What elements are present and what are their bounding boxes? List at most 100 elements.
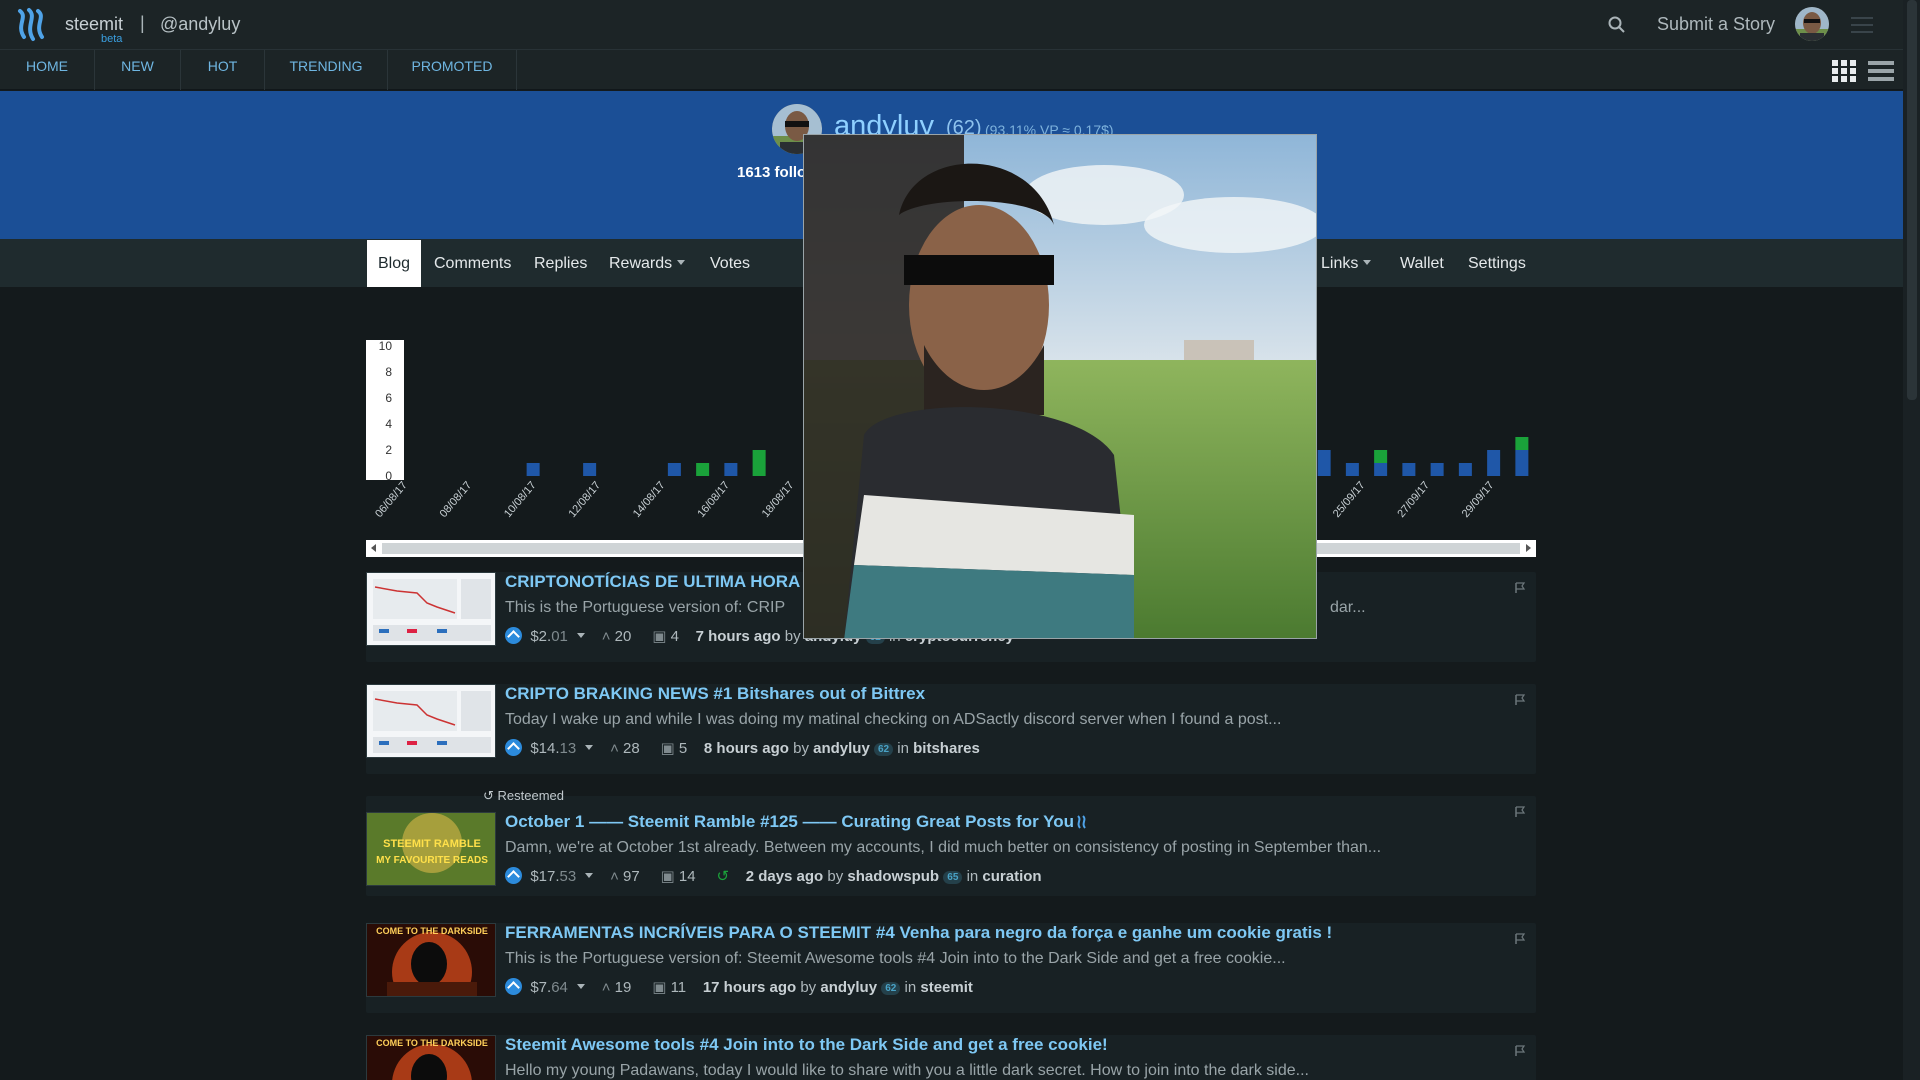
flag-icon[interactable] — [1514, 1045, 1526, 1057]
nav-home[interactable]: HOME — [0, 50, 95, 90]
in-label: in — [904, 979, 917, 996]
tab-wallet[interactable]: Wallet — [1400, 240, 1444, 287]
payout-main: $7. — [530, 979, 552, 996]
tab-settings[interactable]: Settings — [1468, 240, 1526, 287]
payout-main: $17. — [530, 868, 560, 885]
y-tick-label: 4 — [385, 417, 392, 431]
post-votes[interactable]: 28 — [623, 740, 640, 757]
post-time[interactable]: 7 hours ago — [696, 628, 781, 645]
post-comments[interactable]: 4 — [671, 628, 679, 645]
post-thumbnail[interactable]: STEEMIT RAMBLE MY FAVOURITE READS — [366, 812, 496, 886]
post-author[interactable]: andyluy — [813, 740, 870, 757]
user-handle[interactable]: @andyluy — [160, 14, 240, 35]
by-label: by — [784, 628, 801, 645]
search-icon[interactable] — [1607, 15, 1627, 35]
steemit-logo-icon[interactable] — [14, 7, 50, 43]
post-payout[interactable]: $2.01 — [530, 628, 568, 645]
by-label: by — [827, 868, 844, 885]
nav-hot[interactable]: HOT — [181, 50, 265, 90]
post-title[interactable]: FERRAMENTAS INCRÍVEIS PARA O STEEMIT #4 … — [505, 923, 1332, 943]
tab-rewards[interactable]: Rewards — [609, 240, 686, 287]
submit-story-link[interactable]: Submit a Story — [1657, 14, 1775, 35]
post-title[interactable]: Steemit Awesome tools #4 Join into to th… — [505, 1035, 1108, 1055]
post-thumbnail[interactable]: COME TO THE DARKSIDE — [366, 1035, 496, 1080]
nav-trending[interactable]: TRENDING — [265, 50, 388, 90]
post-title[interactable]: CRIPTONOTÍCIAS DE ULTIMA HORA — [505, 572, 800, 592]
tab-votes[interactable]: Votes — [710, 240, 750, 287]
user-avatar[interactable] — [1795, 7, 1829, 41]
post-meta: $17.53 ˄ 97 ▣ 14 ↺ 2 days ago by shadows… — [505, 867, 1042, 885]
tab-replies[interactable]: Replies — [534, 240, 587, 287]
chart-bar — [724, 463, 738, 476]
post-time[interactable]: 8 hours ago — [704, 740, 789, 757]
thumb-text-2: MY FAVOURITE READS — [376, 855, 488, 866]
votes-icon: ˄ — [610, 868, 619, 885]
post-votes[interactable]: 19 — [615, 979, 632, 996]
post-payout[interactable]: $14.13 — [530, 740, 576, 757]
post-snippet: Today I wake up and while I was doing my… — [505, 711, 1282, 728]
post-author[interactable]: shadowspub — [847, 868, 939, 885]
page-scrollbar-thumb[interactable] — [1907, 0, 1917, 400]
flag-icon[interactable] — [1514, 582, 1526, 594]
hamburger-menu-icon[interactable] — [1851, 17, 1873, 33]
tab-links[interactable]: Links — [1321, 240, 1372, 287]
chart-bar — [1317, 450, 1331, 476]
chart-bar — [1374, 463, 1388, 476]
in-label: in — [897, 740, 909, 757]
tab-blog[interactable]: Blog — [367, 240, 422, 287]
post-thumbnail[interactable] — [366, 684, 496, 758]
flag-icon[interactable] — [1514, 806, 1526, 818]
upvote-icon[interactable] — [505, 627, 522, 644]
followers-count[interactable]: 1613 follo — [737, 164, 806, 181]
votes-icon: ˄ — [601, 628, 611, 645]
grid-view-icon[interactable] — [1832, 60, 1856, 82]
flag-icon[interactable] — [1514, 694, 1526, 706]
post-snippet: This is the Portuguese version of: Steem… — [505, 950, 1286, 967]
post-comments[interactable]: 5 — [679, 740, 687, 757]
tab-comments[interactable]: Comments — [434, 240, 511, 287]
payout-cents: 01 — [551, 628, 568, 645]
post-votes[interactable]: 20 — [615, 628, 632, 645]
chevron-down-icon[interactable] — [577, 984, 586, 989]
brand-name[interactable]: steemit — [65, 14, 123, 35]
list-view-icon[interactable] — [1868, 60, 1894, 82]
upvote-icon[interactable] — [505, 867, 522, 884]
x-tick-label: 06/08/17 — [373, 479, 410, 520]
blog-post: CRIPTO BRAKING NEWS #1 Bitshares out of … — [366, 684, 1536, 774]
post-comments[interactable]: 11 — [671, 979, 687, 996]
upvote-icon[interactable] — [505, 978, 522, 995]
post-votes[interactable]: 97 — [623, 868, 640, 885]
scroll-right-icon[interactable] — [1526, 544, 1531, 552]
flag-icon[interactable] — [1514, 933, 1526, 945]
post-snippet: Damn, we're at October 1st already. Betw… — [505, 839, 1382, 856]
post-thumbnail[interactable]: COME TO THE DARKSIDE — [366, 923, 496, 997]
post-title[interactable]: October 1 —— Steemit Ramble #125 —— Cura… — [505, 812, 1074, 832]
chevron-down-icon[interactable] — [585, 873, 594, 878]
resteem-icon[interactable]: ↺ — [716, 868, 729, 885]
chevron-down-icon[interactable] — [577, 633, 586, 638]
chart-bar — [1402, 463, 1416, 476]
nav-new[interactable]: NEW — [95, 50, 181, 90]
chart-y-axis-panel — [366, 340, 404, 480]
post-category[interactable]: bitshares — [913, 740, 980, 757]
chevron-down-icon[interactable] — [585, 745, 594, 750]
post-time[interactable]: 2 days ago — [746, 868, 824, 885]
y-tick-label: 8 — [385, 365, 392, 379]
post-author[interactable]: andyluy — [820, 979, 877, 996]
blog-post: COME TO THE DARKSIDE Steemit Awesome tool… — [366, 1035, 1536, 1080]
post-time[interactable]: 17 hours ago — [703, 979, 796, 996]
scroll-left-icon[interactable] — [371, 544, 376, 552]
upvote-icon[interactable] — [505, 739, 522, 756]
post-payout[interactable]: $7.64 — [530, 979, 568, 996]
post-category[interactable]: curation — [982, 868, 1041, 885]
post-thumbnail[interactable] — [366, 572, 496, 646]
post-snippet: This is the Portuguese version of: CRIP — [505, 599, 786, 616]
post-comments[interactable]: 14 — [679, 868, 696, 885]
post-payout[interactable]: $17.53 — [530, 868, 576, 885]
post-category[interactable]: steemit — [920, 979, 973, 996]
nav-promoted[interactable]: PROMOTED — [388, 50, 517, 90]
thumb-text-1: STEEMIT RAMBLE — [383, 838, 481, 850]
post-title[interactable]: CRIPTO BRAKING NEWS #1 Bitshares out of … — [505, 684, 925, 704]
page-scrollbar[interactable] — [1903, 0, 1920, 1080]
chart-bar — [1515, 437, 1529, 450]
